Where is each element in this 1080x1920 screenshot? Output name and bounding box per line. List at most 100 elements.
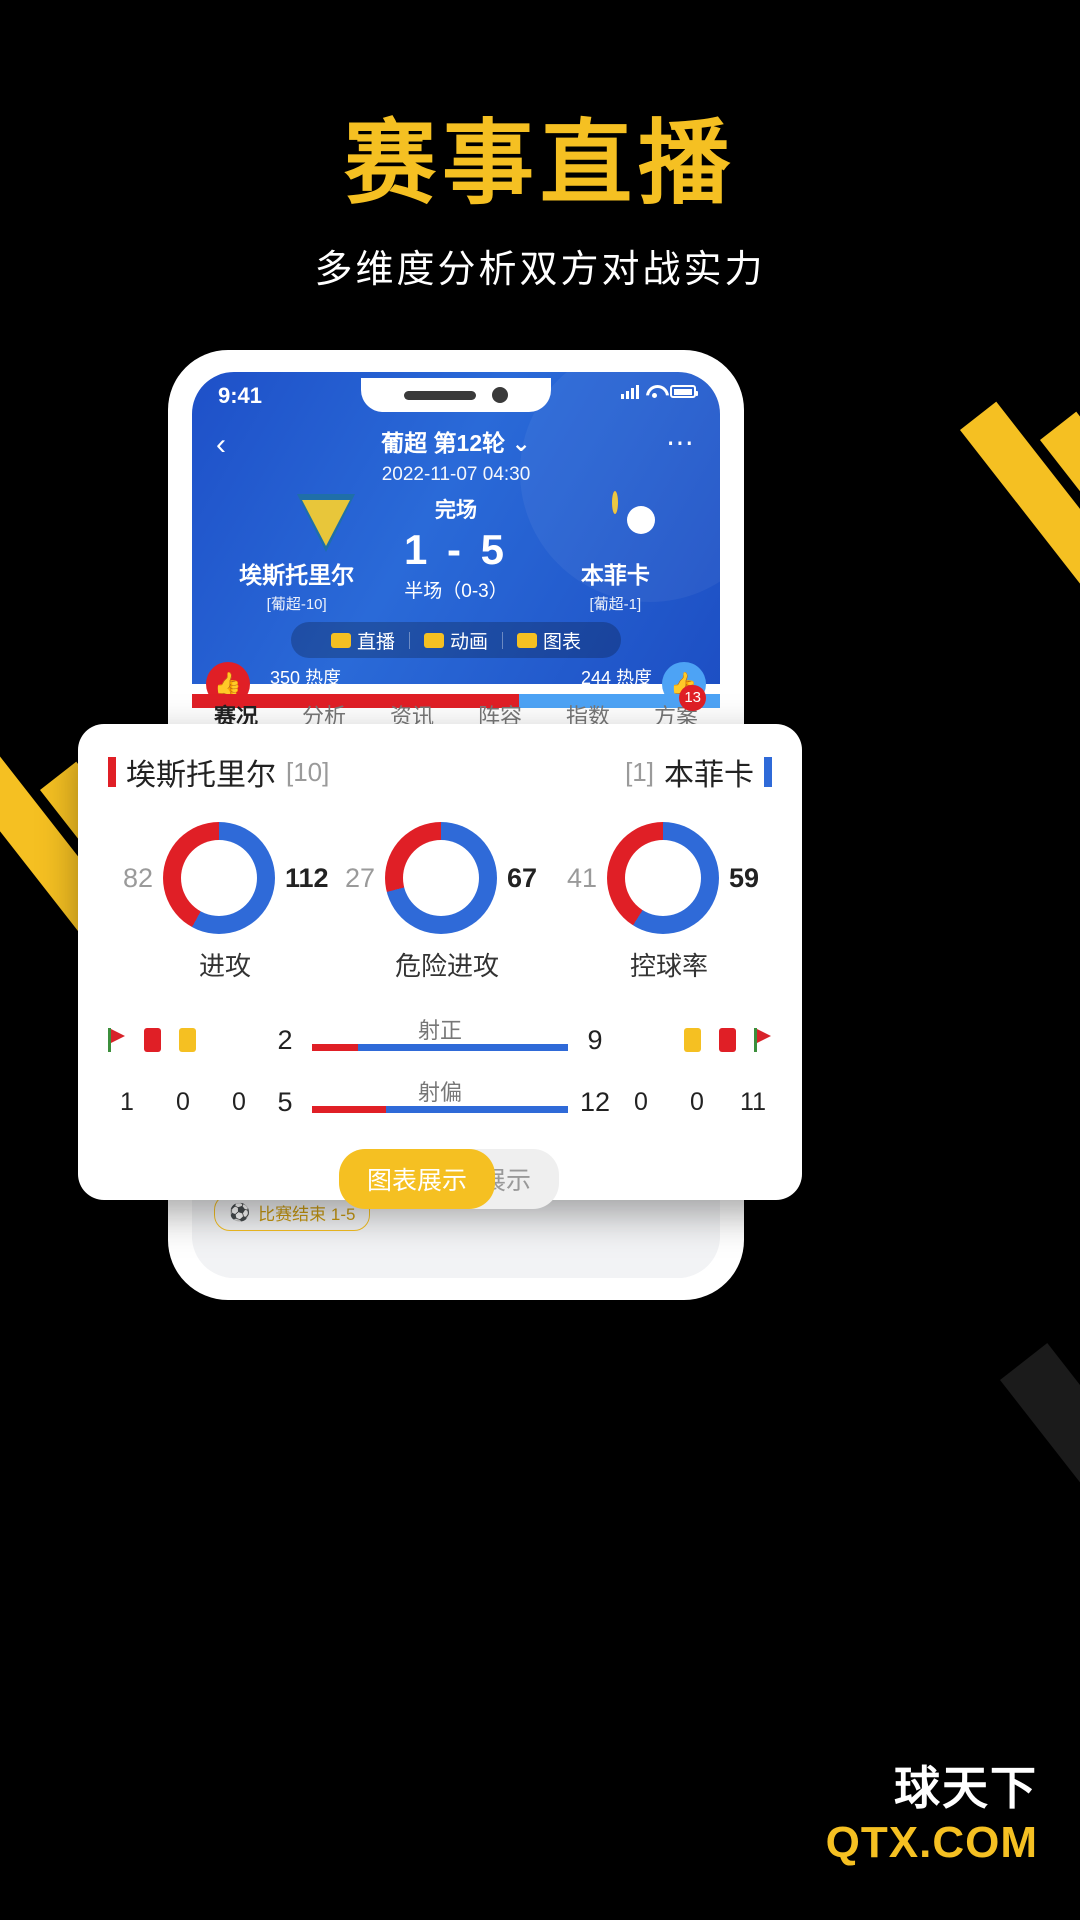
status-icons [621,384,698,399]
animation-button[interactable]: 动画 [410,627,502,654]
match-status: 完场 [435,499,477,522]
away-corner-count: 11 [740,1087,766,1116]
status-time: 9:41 [218,383,263,408]
away-yellow-count: 0 [634,1087,648,1116]
home-icon-group [108,1028,258,1052]
away-shots-off-target: 12 [579,1086,611,1117]
live-label: 直播 [356,631,395,653]
donut-home-value: 82 [122,862,153,893]
donut-attack: 82 112 进攻 [114,822,336,983]
stats-home-rank: [10] [286,756,330,787]
poster-root: 赛事直播 多维度分析双方对战实力 9:41 ‹ 葡超 第12轮 ⌄ 2022-1… [0,0,1080,1920]
decor-stripe-dark [1000,1343,1080,1822]
stats-home-team: 埃斯托里尔 [10] [108,750,329,794]
home-team-name: 埃斯托里尔 [239,562,355,588]
home-heat-text: 350 热度 [270,668,342,688]
donut-possession: 41 59 控球率 [558,822,780,983]
animation-icon [423,632,444,648]
home-team[interactable]: 埃斯托里尔 [葡超-10] [222,494,371,614]
donut-home-value: 27 [344,862,375,893]
tab-badge: 13 [679,685,706,711]
more-dots-icon[interactable]: ⋯ [666,426,696,459]
stats-card-header: 埃斯托里尔 [10] [1] 本菲卡 [108,750,772,794]
home-shots-on-target: 2 [277,1024,293,1055]
donut-label: 进攻 [198,951,251,981]
home-count-group: 1 0 0 [108,1088,258,1117]
media-pill-group: 直播 动画 图表 [291,622,621,658]
battery-icon [670,385,698,398]
nav-bar: ‹ 葡超 第12轮 ⌄ 2022-11-07 04:30 ⋯ [192,420,720,486]
back-icon[interactable]: ‹ [216,428,226,462]
donut-home-value: 41 [566,862,597,893]
match-hero: 9:41 ‹ 葡超 第12轮 ⌄ 2022-11-07 04:30 ⋯ 埃斯托里… [192,372,720,708]
away-count-group: 0 0 11 [622,1088,772,1117]
animation-label: 动画 [449,631,488,653]
away-red-count: 0 [690,1087,704,1116]
red-card-icon [719,1028,736,1052]
off-target-label: 射偏 [417,1080,462,1105]
home-team-crest [268,494,355,552]
chart-button[interactable]: 图表 [503,627,595,654]
league-selector[interactable]: 葡超 第12轮 ⌄ [214,420,698,458]
chart-icon [517,632,537,648]
donut-label: 危险进攻 [394,951,499,981]
on-target-label: 射正 [417,1018,462,1043]
corner-flag-icon [108,1028,126,1052]
donut-group: 82 112 进攻 27 67 危险进攻 41 59 控球率 [108,822,772,983]
league-label: 葡超 第12轮 [381,430,506,456]
home-red-count: 0 [176,1087,190,1116]
away-shots-on-target: 9 [587,1024,603,1055]
decor-stripe [960,401,1080,982]
wifi-icon [646,385,663,398]
donut-chart [385,822,497,934]
stats-home-name: 埃斯托里尔 [126,759,276,792]
match-datetime: 2022-11-07 04:30 [381,464,531,485]
away-team-name: 本菲卡 [580,562,650,588]
halftime-score: 半场（0-3） [404,581,508,602]
match-score: 1 - 5 [403,526,509,573]
home-yellow-count: 0 [232,1087,246,1116]
home-team-rank: [葡超-10] [266,596,327,613]
home-color-marker [108,757,116,787]
donut-dangerous-attack: 27 67 危险进攻 [336,822,558,983]
bar-stats: 2 射正 9 1 0 0 5 射偏 12 0 0 11 [108,1009,772,1133]
donut-chart [163,822,275,934]
yellow-card-icon [179,1028,196,1052]
stats-away-team: [1] 本菲卡 [625,750,772,794]
away-icon-group [622,1028,772,1052]
corner-flag-icon [754,1028,772,1052]
poster-subtitle: 多维度分析双方对战实力 [314,249,766,291]
stat-row-on-target: 2 射正 9 [108,1009,772,1071]
view-toggle: 详细展示 图表展示 [108,1149,772,1209]
chart-label: 图表 [543,631,582,653]
away-team-crest [586,491,644,552]
yellow-card-icon [684,1028,701,1052]
signal-bars-icon [621,384,639,399]
off-target-bar: 射偏 [312,1079,568,1125]
chevron-down-icon: ⌄ [511,430,531,456]
away-heat-text: 244 热度 [580,668,652,688]
stats-card: 埃斯托里尔 [10] [1] 本菲卡 82 112 进攻 27 67 危险进攻 … [78,724,802,1209]
watermark-brand: 球天下 [894,1762,1038,1814]
watermark-domain: QTX.COM [825,1818,1038,1867]
red-card-icon [144,1028,161,1052]
teams-row: 埃斯托里尔 [葡超-10] 完场 1 - 5 半场（0-3） 本菲卡 [葡超-1… [192,486,720,614]
donut-away-value: 59 [729,862,760,893]
away-team-rank: [葡超-1] [589,596,642,613]
on-target-bar: 射正 [312,1017,568,1063]
stats-away-rank: [1] [625,756,654,787]
poster-title: 赛事直播 [343,113,736,215]
home-corner-count: 1 [120,1087,134,1116]
score-box: 完场 1 - 5 半场（0-3） [371,494,540,603]
away-team[interactable]: 本菲卡 [葡超-1] [541,491,690,614]
home-shots-off-target: 5 [277,1086,293,1117]
watermark: 球天下 QTX.COM [826,1752,1038,1868]
donut-chart [607,822,719,934]
chart-view-button[interactable]: 图表展示 [339,1149,496,1209]
stats-away-name: 本菲卡 [664,759,754,792]
play-icon [330,632,351,648]
live-button[interactable]: 直播 [317,627,409,654]
stat-row-off-target: 1 0 0 5 射偏 12 0 0 11 [108,1071,772,1133]
away-color-marker [764,757,772,787]
donut-label: 控球率 [629,951,708,981]
